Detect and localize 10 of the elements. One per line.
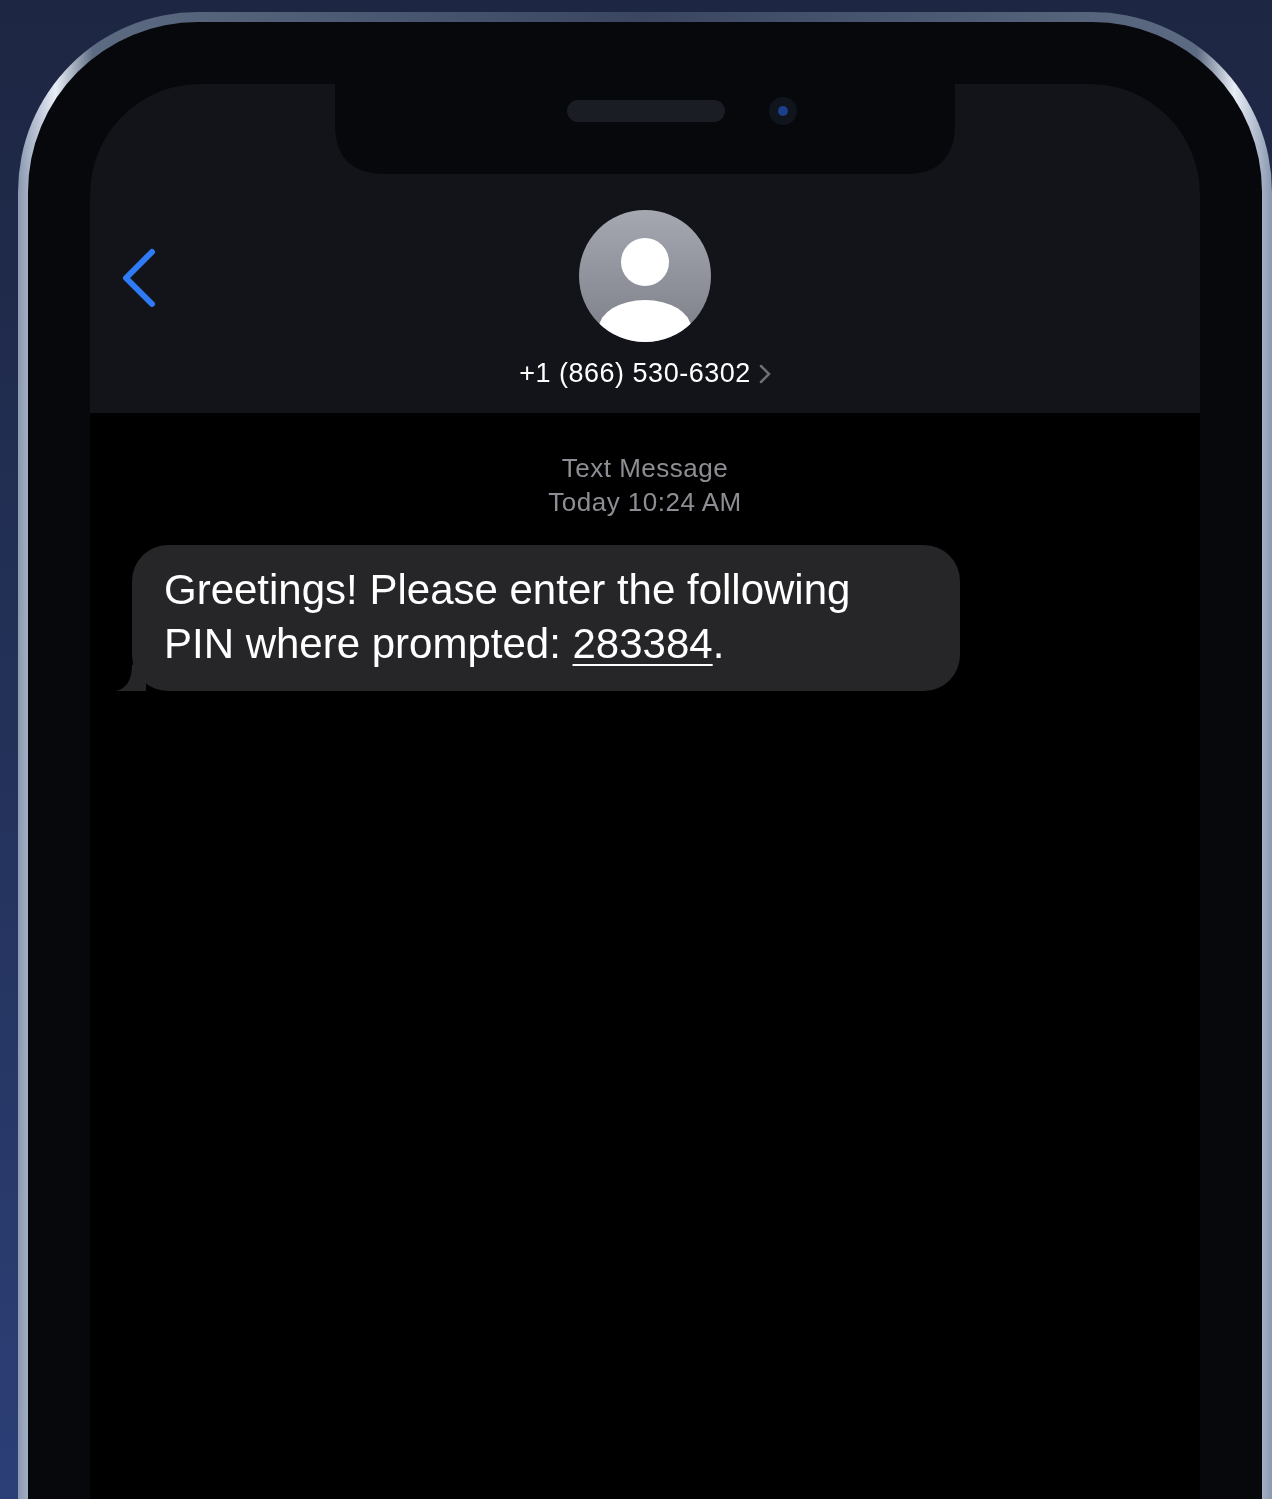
contact-number-button[interactable]: +1 (866) 530-6302 bbox=[519, 358, 771, 389]
service-label: Text Message bbox=[561, 452, 729, 485]
back-button[interactable] bbox=[120, 248, 158, 308]
message-timestamp: Today 10:24 AM bbox=[548, 486, 742, 519]
bubble-tail-icon bbox=[116, 661, 146, 691]
message-text: Greetings! Please enter the following PIN where prompted: 283384. bbox=[164, 566, 851, 667]
chevron-left-icon bbox=[120, 248, 158, 308]
pin-link[interactable]: 283384 bbox=[572, 620, 713, 667]
avatar-icon bbox=[579, 210, 711, 342]
chevron-right-icon bbox=[758, 363, 771, 384]
